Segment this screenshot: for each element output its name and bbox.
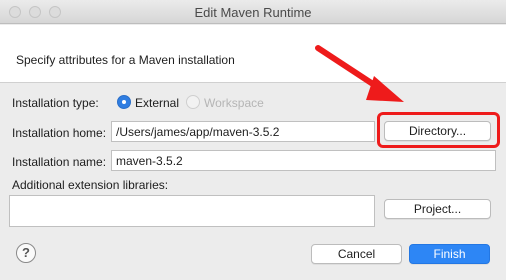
radio-workspace-label[interactable]: Workspace (204, 96, 264, 110)
title-bar: Edit Maven Runtime (0, 0, 506, 24)
directory-button[interactable]: Directory... (384, 121, 491, 141)
radio-external[interactable] (117, 95, 131, 109)
annotation-arrow-icon (315, 45, 404, 102)
header-description: Specify attributes for a Maven installat… (16, 53, 235, 67)
radio-external-label[interactable]: External (135, 96, 179, 110)
radio-workspace[interactable] (186, 95, 200, 109)
installation-name-label: Installation name: (12, 155, 107, 169)
cancel-button[interactable]: Cancel (311, 244, 402, 264)
installation-home-label: Installation home: (12, 126, 107, 140)
dialog-header: Specify attributes for a Maven installat… (0, 25, 506, 83)
extension-libraries-label: Additional extension libraries: (12, 178, 169, 192)
finish-button[interactable]: Finish (409, 244, 490, 264)
window-title: Edit Maven Runtime (194, 5, 312, 20)
extension-libraries-list[interactable] (9, 195, 375, 227)
installation-home-input[interactable]: /Users/james/app/maven-3.5.2 (111, 121, 375, 142)
installation-type-label: Installation type: (12, 96, 99, 110)
help-icon[interactable]: ? (16, 243, 36, 263)
installation-name-input[interactable]: maven-3.5.2 (111, 150, 496, 171)
project-button[interactable]: Project... (384, 199, 491, 219)
